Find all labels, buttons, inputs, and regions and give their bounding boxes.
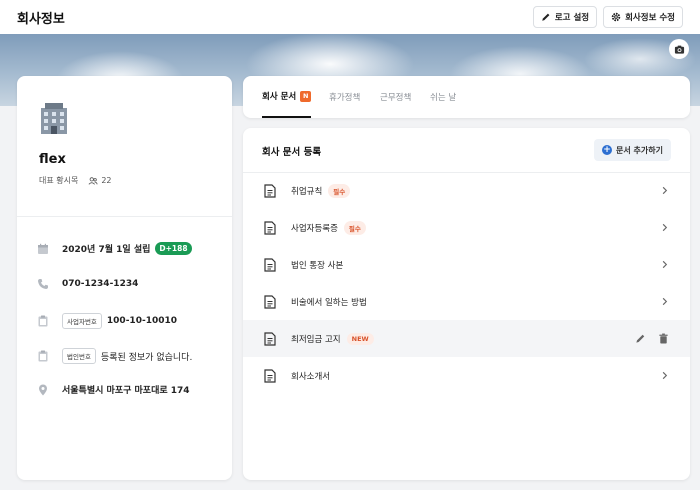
phone-number: 070-1234-1234 bbox=[62, 279, 139, 289]
tab-label: 쉬는 날 bbox=[430, 93, 457, 103]
chevron-right-icon bbox=[662, 371, 668, 380]
chevron-right-icon bbox=[662, 260, 668, 269]
required-badge: 필수 bbox=[343, 220, 366, 235]
chevron-right-icon bbox=[662, 297, 668, 306]
document-icon bbox=[264, 368, 276, 383]
profile-divider bbox=[17, 216, 232, 217]
document-icon bbox=[264, 331, 276, 346]
founded-date: 2020년 7월 1일 설립 bbox=[62, 245, 151, 255]
company-profile-card: flex 대표 황시목 22 2020년 7월 1일 설립 D+188 070-… bbox=[17, 76, 232, 480]
logo-settings-button[interactable]: 로고 설정 bbox=[532, 6, 598, 28]
tab-label: 근무정책 bbox=[380, 93, 412, 103]
chevron-right-icon bbox=[662, 223, 668, 232]
clipboard-icon bbox=[37, 315, 49, 327]
chevron-right-icon bbox=[662, 186, 668, 195]
logo-settings-label: 로고 설정 bbox=[554, 13, 590, 23]
clipboard-icon bbox=[37, 350, 49, 362]
people-icon bbox=[88, 176, 98, 185]
document-icon bbox=[264, 294, 276, 309]
document-icon bbox=[264, 183, 276, 198]
corporate-number-value: 등록된 정보가 없습니다. bbox=[100, 352, 193, 363]
address: 서울특별시 마포구 마포대로 174 bbox=[62, 386, 190, 396]
edit-pencil-icon[interactable] bbox=[635, 333, 646, 344]
document-row[interactable]: 사업자등록증 필수 bbox=[243, 209, 690, 246]
address-row: 서울특별시 마포구 마포대로 174 bbox=[37, 383, 190, 396]
camera-icon bbox=[674, 45, 684, 54]
company-name: flex bbox=[39, 152, 66, 167]
corporate-number-row: 법인번호 등록된 정보가 없습니다. bbox=[37, 348, 192, 364]
document-label: 취업규칙 bbox=[291, 186, 323, 197]
tab-label: 휴가정책 bbox=[329, 93, 361, 103]
trash-icon[interactable] bbox=[658, 333, 669, 344]
tab-company-documents[interactable]: 회사 문서 N bbox=[262, 76, 312, 118]
document-label: 회사소개서 bbox=[291, 371, 331, 382]
founded-row: 2020년 7월 1일 설립 D+188 bbox=[37, 242, 192, 255]
edit-company-button[interactable]: 회사정보 수정 bbox=[603, 6, 683, 28]
phone-icon bbox=[37, 278, 49, 290]
documents-card: 회사 문서 등록 + 문서 추가하기 취업규칙 필수 사업자등록증 필수 법인 … bbox=[243, 128, 690, 480]
document-icon bbox=[264, 257, 276, 272]
business-number-row: 사업자번호 100-10-10010 bbox=[37, 313, 177, 329]
new-badge: N bbox=[300, 90, 312, 102]
dday-badge: D+188 bbox=[155, 242, 192, 255]
add-document-button[interactable]: + 문서 추가하기 bbox=[594, 139, 671, 161]
document-label: 비술에서 일하는 방법 bbox=[291, 297, 367, 308]
phone-row: 070-1234-1234 bbox=[37, 278, 138, 290]
document-label: 법인 통장 사본 bbox=[291, 260, 344, 271]
documents-title: 회사 문서 등록 bbox=[262, 147, 322, 158]
page-title: 회사정보 bbox=[17, 11, 65, 27]
company-meta: 대표 황시목 22 bbox=[39, 175, 112, 186]
tab-label: 회사 문서 bbox=[262, 92, 297, 102]
calendar-icon bbox=[37, 243, 49, 255]
employee-count: 22 bbox=[88, 176, 112, 186]
plus-icon: + bbox=[602, 145, 613, 155]
required-badge: 필수 bbox=[328, 183, 351, 198]
add-document-label: 문서 추가하기 bbox=[616, 145, 663, 155]
document-label: 최저임금 고지 bbox=[291, 334, 341, 345]
document-row[interactable]: 최저임금 고지 NEW bbox=[243, 320, 690, 357]
document-icon bbox=[264, 220, 276, 235]
document-label: 사업자등록증 bbox=[291, 223, 338, 234]
document-row[interactable]: 회사소개서 bbox=[243, 357, 690, 394]
gear-icon bbox=[611, 12, 621, 22]
tab-work-policy[interactable]: 근무정책 bbox=[380, 76, 411, 118]
document-row[interactable]: 취업규칙 필수 bbox=[243, 172, 690, 209]
change-cover-button[interactable] bbox=[669, 39, 689, 59]
row-actions bbox=[635, 333, 669, 344]
tab-holidays[interactable]: 쉬는 날 bbox=[430, 76, 456, 118]
new-badge: NEW bbox=[346, 332, 374, 345]
document-row[interactable]: 비술에서 일하는 방법 bbox=[243, 283, 690, 320]
company-building-logo bbox=[41, 103, 67, 134]
header-actions: 로고 설정 회사정보 수정 bbox=[532, 6, 683, 28]
document-row[interactable]: 법인 통장 사본 bbox=[243, 246, 690, 283]
business-number-tag: 사업자번호 bbox=[62, 313, 102, 329]
tab-bar: 회사 문서 N 휴가정책 근무정책 쉬는 날 bbox=[243, 76, 690, 118]
pencil-icon bbox=[542, 13, 550, 21]
employee-count-value: 22 bbox=[101, 176, 112, 185]
page-header: 회사정보 로고 설정 회사정보 수정 bbox=[0, 0, 700, 34]
location-pin-icon bbox=[37, 384, 49, 396]
corporate-number-tag: 법인번호 bbox=[62, 348, 96, 364]
business-number: 100-10-10010 bbox=[106, 316, 177, 326]
ceo-name: 대표 황시목 bbox=[39, 176, 79, 185]
edit-company-label: 회사정보 수정 bbox=[625, 13, 675, 23]
tab-vacation-policy[interactable]: 휴가정책 bbox=[329, 76, 360, 118]
